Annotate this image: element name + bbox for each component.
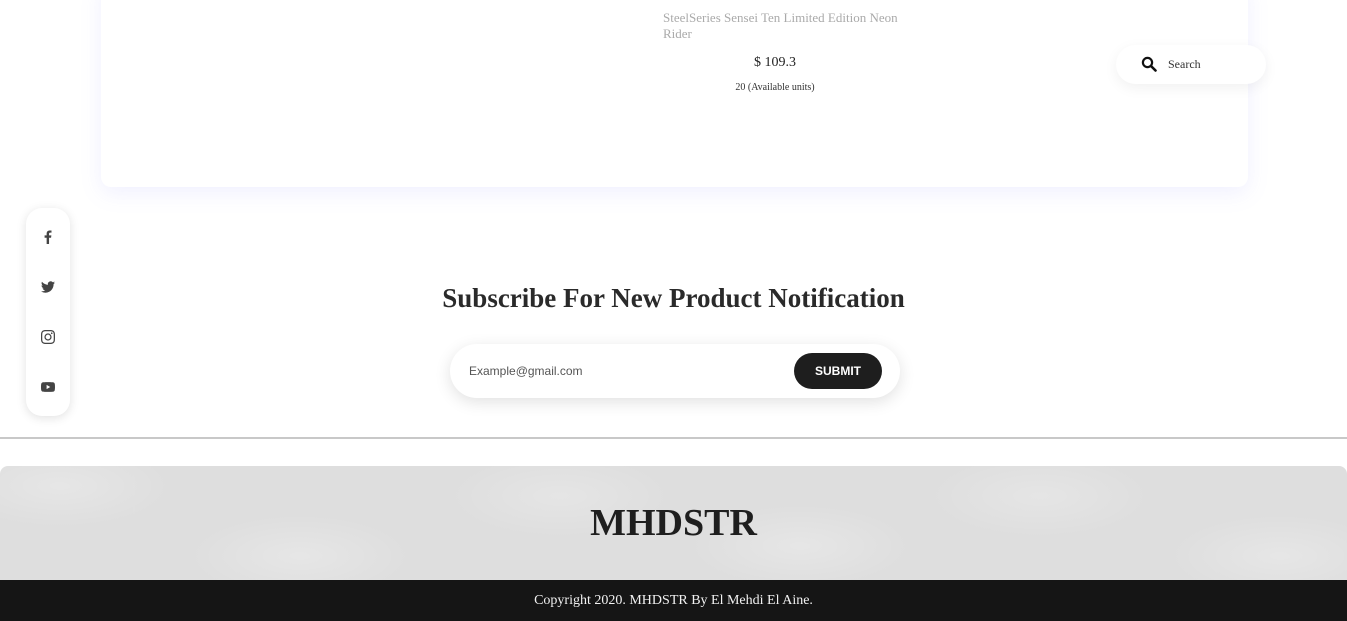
footer-logo: MHDSTR — [590, 502, 757, 544]
page: SteelSeries Sensei Ten Limited Edition N… — [0, 0, 1347, 621]
footer-bar: Copyright 2020. MHDSTR By El Mehdi El Ai… — [0, 580, 1347, 621]
search-input[interactable] — [1168, 54, 1258, 75]
copyright-text: Copyright 2020. MHDSTR By El Mehdi El Ai… — [534, 593, 813, 608]
submit-button[interactable]: SUBMIT — [794, 353, 882, 389]
product-name[interactable]: SteelSeries Sensei Ten Limited Edition N… — [663, 10, 903, 42]
subscribe-form: SUBMIT — [450, 344, 900, 398]
email-field[interactable] — [469, 360, 769, 382]
product-stock: 20 (Available units) — [735, 82, 815, 93]
instagram-icon[interactable] — [38, 327, 58, 347]
footer-brand-section: MHDSTR — [0, 466, 1347, 580]
divider — [0, 437, 1347, 439]
subscribe-title: Subscribe For New Product Notification — [442, 283, 905, 313]
search-icon[interactable] — [1141, 56, 1157, 72]
facebook-icon[interactable] — [38, 227, 58, 247]
product-price: $ 109.3 — [754, 55, 796, 70]
product-card[interactable]: SteelSeries Sensei Ten Limited Edition N… — [101, 0, 1248, 187]
search-box[interactable] — [1116, 45, 1266, 84]
youtube-icon[interactable] — [38, 377, 58, 397]
